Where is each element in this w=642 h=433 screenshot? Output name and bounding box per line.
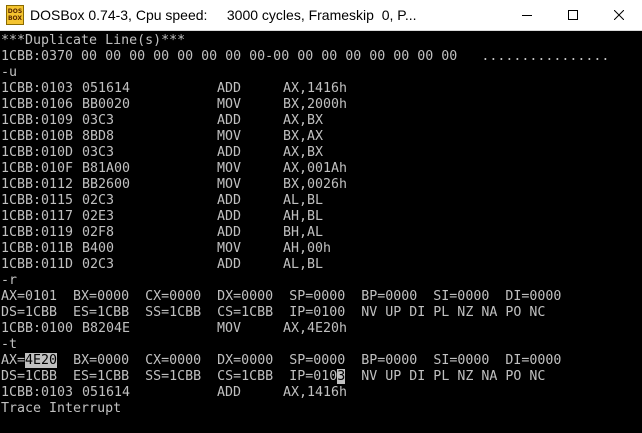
disasm-operands: AL,BL	[283, 257, 324, 272]
trace-register-line-2: DS=1CBB ES=1CBB SS=1CBB CS=1CBB IP=0103 …	[1, 369, 641, 385]
disasm-operands: BH,AL	[283, 225, 324, 240]
next-instruction-operands: AX,4E20h	[283, 321, 348, 336]
title-bar[interactable]: DOS BOX DOSBox 0.74-3, Cpu speed: 3000 c…	[0, 0, 642, 31]
trace-registers-prefix: DS=1CBB ES=1CBB SS=1CBB CS=1CBB IP=010	[1, 369, 338, 384]
disasm-operands: AX,001Ah	[283, 161, 348, 176]
register-line-2: DS=1CBB ES=1CBB SS=1CBB CS=1CBB IP=0100 …	[1, 305, 546, 320]
disasm-mnemonic: MOV	[217, 177, 242, 192]
dos-console[interactable]: ***Duplicate Line(s)*** 1CBB:0370 00 00 …	[1, 33, 641, 431]
trace-next-bytes: 051614	[82, 385, 131, 400]
disasm-address: 1CBB:0112	[1, 177, 74, 192]
disasm-operands: AX,BX	[283, 145, 324, 160]
trace-next-mnemonic: ADD	[217, 385, 242, 400]
minimize-button[interactable]	[504, 0, 550, 30]
disasm-row: 1CBB:0103 051614 ADD AX,1416h	[1, 81, 641, 97]
disasm-operands: BX,0026h	[283, 177, 348, 192]
ax-label: AX=	[1, 353, 26, 368]
disasm-row: 1CBB:0109 03C3 ADD AX,BX	[1, 113, 641, 129]
duplicate-lines-header: ***Duplicate Line(s)***	[1, 33, 186, 48]
disasm-operands: BX,2000h	[283, 97, 348, 112]
disasm-bytes: 03C3	[82, 145, 115, 160]
disasm-row: 1CBB:010D 03C3 ADD AX,BX	[1, 145, 641, 161]
disasm-address: 1CBB:0103	[1, 81, 74, 96]
disasm-operands: AX,1416h	[283, 81, 348, 96]
disasm-bytes: 02C3	[82, 257, 115, 272]
disasm-row: 1CBB:011B B400 MOV AH,00h	[1, 241, 641, 257]
disasm-address: 1CBB:011D	[1, 257, 74, 272]
disasm-operands: AL,BL	[283, 193, 324, 208]
disasm-address: 1CBB:010B	[1, 129, 74, 144]
disasm-bytes: 02E3	[82, 209, 115, 224]
disasm-mnemonic: ADD	[217, 81, 242, 96]
disasm-row: 1CBB:0106 BB0020 MOV BX,2000h	[1, 97, 641, 113]
app-icon-text-bottom: BOX	[7, 15, 23, 22]
window-title: DOSBox 0.74-3, Cpu speed: 3000 cycles, F…	[30, 7, 417, 23]
disasm-address: 1CBB:010F	[1, 161, 74, 176]
disasm-operands: BX,AX	[283, 129, 324, 144]
trace-register-line-1: AX=4E20 BX=0000 CX=0000 DX=0000 SP=0000 …	[1, 353, 641, 369]
disasm-operands: AH,BL	[283, 209, 324, 224]
disasm-address: 1CBB:0109	[1, 113, 74, 128]
dosbox-window: DOS BOX DOSBox 0.74-3, Cpu speed: 3000 c…	[0, 0, 642, 433]
maximize-button[interactable]	[550, 0, 596, 30]
disasm-row: 1CBB:011D 02C3 ADD AL,BL	[1, 257, 641, 273]
disasm-mnemonic: ADD	[217, 225, 242, 240]
disasm-row: 1CBB:0119 02F8 ADD BH,AL	[1, 225, 641, 241]
disasm-address: 1CBB:011B	[1, 241, 74, 256]
disasm-bytes: B81A00	[82, 161, 131, 176]
maximize-icon	[568, 10, 578, 20]
disasm-address: 1CBB:0119	[1, 225, 74, 240]
disasm-row: 1CBB:0112 BB2600 MOV BX,0026h	[1, 177, 641, 193]
disasm-bytes: BB2600	[82, 177, 131, 192]
disasm-address: 1CBB:0115	[1, 193, 74, 208]
app-icon-text-top: DOS	[7, 8, 23, 15]
disasm-mnemonic: ADD	[217, 113, 242, 128]
trace-next-operands: AX,1416h	[283, 385, 348, 400]
trace-registers-rest: BX=0000 CX=0000 DX=0000 SP=0000 BP=0000 …	[57, 353, 562, 368]
disasm-bytes: 03C3	[82, 113, 115, 128]
disasm-operands: AH,00h	[283, 241, 332, 256]
command-unassemble: -u	[1, 65, 18, 80]
command-trace: -t	[1, 337, 18, 352]
disasm-bytes: 051614	[82, 81, 131, 96]
trace-next-instruction-row: 1CBB:0103 051614 ADD AX,1416h	[1, 385, 641, 401]
next-instruction-row: 1CBB:0100 B8204E MOV AX,4E20h	[1, 321, 641, 337]
disasm-mnemonic: ADD	[217, 193, 242, 208]
disasm-mnemonic: MOV	[217, 97, 242, 112]
next-instruction-address: 1CBB:0100	[1, 321, 74, 336]
disasm-mnemonic: MOV	[217, 161, 242, 176]
disasm-bytes: BB0020	[82, 97, 131, 112]
disasm-row: 1CBB:010B 8BD8 MOV BX,AX	[1, 129, 641, 145]
disasm-mnemonic: ADD	[217, 145, 242, 160]
disasm-mnemonic: ADD	[217, 209, 242, 224]
register-line-1: AX=0101 BX=0000 CX=0000 DX=0000 SP=0000 …	[1, 289, 562, 304]
next-instruction-mnemonic: MOV	[217, 321, 242, 336]
disasm-address: 1CBB:0106	[1, 97, 74, 112]
disasm-mnemonic: MOV	[217, 241, 242, 256]
disasm-operands: AX,BX	[283, 113, 324, 128]
trace-flags: NV UP DI PL NZ NA PO NC	[345, 369, 546, 384]
disasm-row: 1CBB:0117 02E3 ADD AH,BL	[1, 209, 641, 225]
disasm-bytes: 02C3	[82, 193, 115, 208]
next-instruction-bytes: B8204E	[82, 321, 131, 336]
disasm-mnemonic: ADD	[217, 257, 242, 272]
disasm-mnemonic: MOV	[217, 129, 242, 144]
memory-dump-line: 1CBB:0370 00 00 00 00 00 00 00 00-00 00 …	[1, 49, 610, 64]
ax-value-highlight: 4E20	[25, 353, 58, 368]
disasm-bytes: B400	[82, 241, 115, 256]
disasm-address: 1CBB:010D	[1, 145, 74, 160]
disasm-row: 1CBB:0115 02C3 ADD AL,BL	[1, 193, 641, 209]
close-icon	[614, 10, 624, 20]
minimize-icon	[522, 15, 532, 16]
trace-next-address: 1CBB:0103	[1, 385, 74, 400]
disasm-bytes: 02F8	[82, 225, 115, 240]
trace-interrupt-message: Trace Interrupt	[1, 401, 122, 416]
close-button[interactable]	[596, 0, 642, 30]
dosbox-app-icon[interactable]: DOS BOX	[6, 5, 24, 25]
disasm-address: 1CBB:0117	[1, 209, 74, 224]
disasm-bytes: 8BD8	[82, 129, 115, 144]
disasm-row: 1CBB:010F B81A00 MOV AX,001Ah	[1, 161, 641, 177]
command-register: -r	[1, 273, 18, 288]
